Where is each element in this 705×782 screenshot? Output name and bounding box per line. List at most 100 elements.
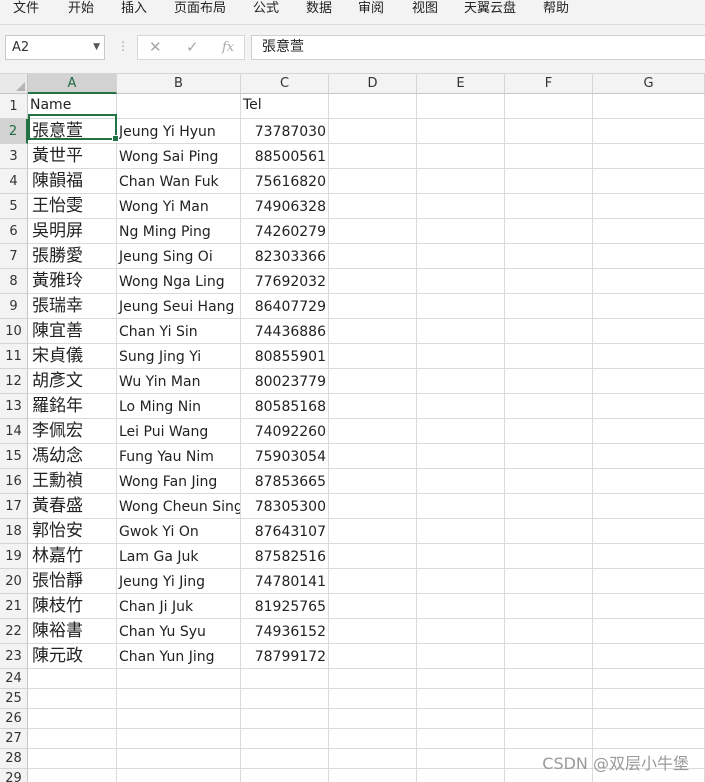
cell[interactable] xyxy=(417,469,505,494)
cell[interactable] xyxy=(329,544,417,569)
romanization-cell[interactable]: Jeung Sing Oi xyxy=(117,244,241,269)
chevron-down-icon[interactable]: ▼ xyxy=(93,36,100,59)
name-cell[interactable]: 陳韻福 xyxy=(28,169,117,194)
column-header-d[interactable]: D xyxy=(329,74,417,94)
tel-cell[interactable]: 74092260 xyxy=(241,419,329,444)
cell[interactable] xyxy=(329,369,417,394)
column-header-c[interactable]: C xyxy=(241,74,329,94)
cell[interactable] xyxy=(505,294,593,319)
cell[interactable] xyxy=(329,769,417,782)
cell[interactable] xyxy=(505,569,593,594)
column-header-e[interactable]: E xyxy=(417,74,505,94)
cell[interactable] xyxy=(417,244,505,269)
cell[interactable] xyxy=(505,194,593,219)
cell[interactable] xyxy=(417,369,505,394)
cell[interactable] xyxy=(505,619,593,644)
row-header[interactable]: 12 xyxy=(0,369,28,394)
name-cell[interactable]: 陳宜善 xyxy=(28,319,117,344)
romanization-cell[interactable]: Wong Nga Ling xyxy=(117,269,241,294)
cell[interactable] xyxy=(329,519,417,544)
row-header[interactable]: 27 xyxy=(0,729,28,749)
row-header[interactable]: 15 xyxy=(0,444,28,469)
cell[interactable] xyxy=(329,689,417,709)
cell[interactable] xyxy=(329,669,417,689)
cell[interactable] xyxy=(593,644,705,669)
cell[interactable] xyxy=(329,619,417,644)
romanization-cell[interactable]: Lo Ming Nin xyxy=(117,394,241,419)
cell[interactable] xyxy=(329,494,417,519)
enter-icon[interactable]: ✓ xyxy=(186,38,199,56)
row-header[interactable]: 4 xyxy=(0,169,28,194)
tel-cell[interactable]: 78305300 xyxy=(241,494,329,519)
name-cell[interactable]: 陳裕書 xyxy=(28,619,117,644)
more-options-icon[interactable]: ⋮ xyxy=(117,39,129,53)
cell[interactable] xyxy=(417,594,505,619)
name-cell[interactable]: 張瑞幸 xyxy=(28,294,117,319)
cell[interactable] xyxy=(505,394,593,419)
row-header[interactable]: 17 xyxy=(0,494,28,519)
cell[interactable] xyxy=(593,689,705,709)
cell[interactable] xyxy=(417,519,505,544)
cell[interactable] xyxy=(593,444,705,469)
cell[interactable] xyxy=(505,709,593,729)
tel-cell[interactable]: 82303366 xyxy=(241,244,329,269)
row-header[interactable]: 7 xyxy=(0,244,28,269)
cell[interactable] xyxy=(593,344,705,369)
cell[interactable] xyxy=(329,194,417,219)
romanization-cell[interactable]: Wu Yin Man xyxy=(117,369,241,394)
cell[interactable] xyxy=(329,94,417,119)
row-header[interactable]: 23 xyxy=(0,644,28,669)
tel-cell[interactable]: 80585168 xyxy=(241,394,329,419)
cell[interactable] xyxy=(417,544,505,569)
tel-cell[interactable]: 74436886 xyxy=(241,319,329,344)
row-header[interactable]: 19 xyxy=(0,544,28,569)
row-header[interactable]: 18 xyxy=(0,519,28,544)
name-cell[interactable]: 張怡靜 xyxy=(28,569,117,594)
cell[interactable] xyxy=(505,219,593,244)
cell[interactable] xyxy=(329,749,417,769)
cell[interactable] xyxy=(117,749,241,769)
cancel-icon[interactable]: ✕ xyxy=(149,38,162,56)
cell[interactable] xyxy=(417,729,505,749)
row-header[interactable]: 5 xyxy=(0,194,28,219)
cell[interactable] xyxy=(505,689,593,709)
cell[interactable] xyxy=(329,444,417,469)
cell[interactable] xyxy=(417,219,505,244)
romanization-cell[interactable]: Chan Wan Fuk xyxy=(117,169,241,194)
cell[interactable] xyxy=(417,119,505,144)
cell[interactable] xyxy=(417,419,505,444)
cell[interactable] xyxy=(417,344,505,369)
tel-cell[interactable]: 77692032 xyxy=(241,269,329,294)
spreadsheet-grid[interactable]: A B C D E F G 1 Name Tel 2 張意萱 Jeung Yi Hyun 73787030… xyxy=(0,74,705,782)
cell[interactable] xyxy=(505,344,593,369)
menu-formulas[interactable]: 公式 xyxy=(253,0,279,24)
cell[interactable] xyxy=(417,169,505,194)
row-header[interactable]: 2 xyxy=(0,119,28,144)
cell[interactable] xyxy=(241,709,329,729)
menu-cloud-drive[interactable]: 天翼云盘 xyxy=(464,0,516,24)
cell[interactable] xyxy=(329,119,417,144)
cell[interactable] xyxy=(593,544,705,569)
row-header[interactable]: 14 xyxy=(0,419,28,444)
romanization-cell[interactable]: Fung Yau Nim xyxy=(117,444,241,469)
tel-cell[interactable]: 74936152 xyxy=(241,619,329,644)
cell[interactable] xyxy=(505,594,593,619)
cell[interactable] xyxy=(417,669,505,689)
romanization-cell[interactable]: Jeung Seui Hang xyxy=(117,294,241,319)
row-header[interactable]: 28 xyxy=(0,749,28,769)
name-cell[interactable]: 張意萱 xyxy=(28,119,117,144)
row-header[interactable]: 20 xyxy=(0,569,28,594)
cell[interactable] xyxy=(117,769,241,782)
row-header[interactable]: 24 xyxy=(0,669,28,689)
cell[interactable] xyxy=(505,94,593,119)
name-cell[interactable]: 郭怡安 xyxy=(28,519,117,544)
tel-cell[interactable]: 73787030 xyxy=(241,119,329,144)
cell[interactable] xyxy=(593,394,705,419)
menu-review[interactable]: 审阅 xyxy=(358,0,384,24)
cell[interactable] xyxy=(329,594,417,619)
row-header[interactable]: 3 xyxy=(0,144,28,169)
cell[interactable] xyxy=(417,494,505,519)
menu-file[interactable]: 文件 xyxy=(13,0,39,24)
romanization-cell[interactable]: Chan Ji Juk xyxy=(117,594,241,619)
name-cell[interactable]: 黃世平 xyxy=(28,144,117,169)
